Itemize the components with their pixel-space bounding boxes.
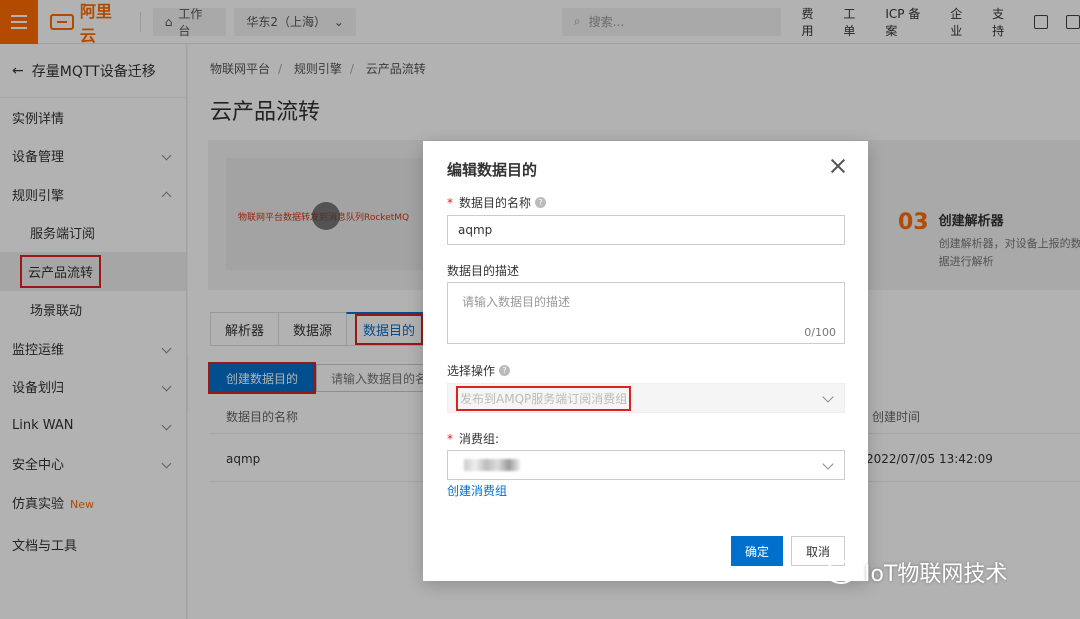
dialog-title: 编辑数据目的 — [447, 161, 538, 179]
chevron-down-icon — [822, 391, 834, 403]
watermark: IoT物联网技术 — [826, 556, 1007, 588]
chevron-down-icon — [822, 458, 834, 470]
destination-name-input[interactable]: aqmp — [447, 215, 845, 245]
redacted-value — [464, 459, 520, 471]
close-icon[interactable] — [830, 157, 846, 173]
help-icon[interactable]: ? — [499, 365, 511, 376]
confirm-button[interactable]: 确定 — [731, 536, 783, 566]
wechat-icon — [826, 560, 856, 584]
desc-label: 数据目的描述 — [447, 264, 520, 278]
operation-label: 选择操作? — [447, 362, 511, 379]
char-counter: 0/100 — [804, 326, 836, 339]
group-label: * 消费组: — [447, 431, 500, 447]
name-label: * 数据目的名称? — [447, 194, 547, 211]
edit-destination-dialog: 编辑数据目的 * 数据目的名称? aqmp 数据目的描述 请输入数据目的描述 0/… — [423, 141, 868, 581]
operation-select: 发布到AMQP服务端订阅消费组 — [447, 383, 845, 413]
consumer-group-select[interactable] — [447, 450, 845, 480]
help-icon[interactable]: ? — [535, 197, 547, 208]
create-group-link[interactable]: 创建消费组 — [447, 482, 507, 499]
destination-desc-textarea[interactable]: 请输入数据目的描述 0/100 — [447, 282, 845, 344]
